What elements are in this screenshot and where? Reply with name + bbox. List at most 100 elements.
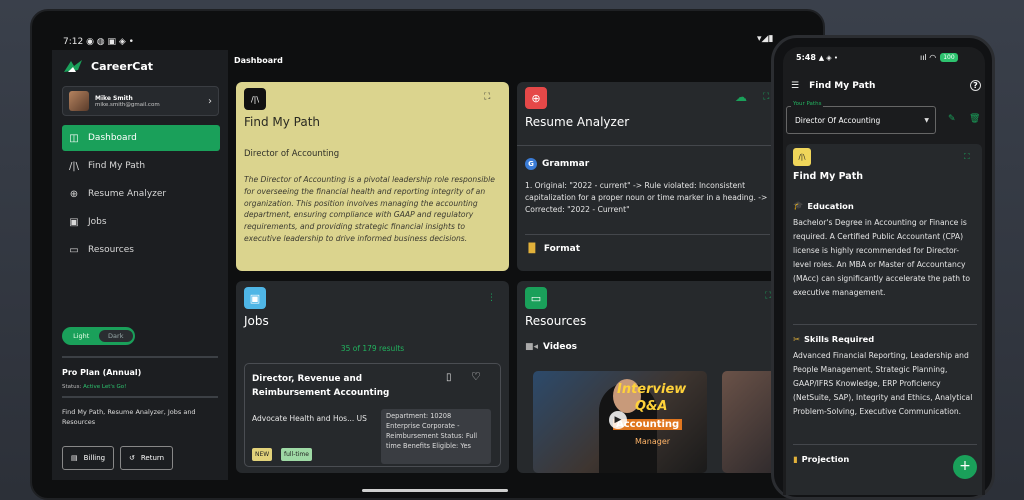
billing-label: Billing (83, 454, 106, 462)
plan-description: Find My Path, Resume Analyzer, Jobs and … (62, 408, 196, 427)
battery-icon: 100 (940, 53, 958, 62)
video-camera-icon: ■◂ (525, 342, 539, 352)
grammar-section: G Grammar (525, 158, 589, 170)
divider (62, 356, 218, 358)
job-title: Director, Revenue and Reimbursement Acco… (252, 374, 390, 399)
grammar-icon: G (525, 158, 537, 170)
paths-select[interactable]: Your Paths Director Of Accounting ▼ (786, 101, 936, 134)
return-button[interactable]: ↺ Return (120, 446, 174, 470)
results-count: 35 of 179 results (340, 344, 405, 353)
job-company: Advocate Health and Hos... US (252, 414, 367, 423)
billing-button[interactable]: ▤ Billing (62, 446, 115, 470)
card-title: Resources (525, 314, 587, 328)
path-role: Director of Accounting (244, 149, 340, 159)
sidebar: CareerCat Mike Smith mike.smith@gmail.co… (52, 50, 228, 480)
videos-label: Videos (543, 342, 578, 352)
skills-title: ✂ Skills Required (793, 334, 875, 344)
resources-card[interactable]: ▭ ⛶ Resources ■◂ Videos Interview Q&A Ac… (517, 281, 777, 473)
avatar (69, 91, 89, 111)
edit-icon[interactable]: ✎ (948, 114, 956, 124)
add-button[interactable]: + (953, 455, 977, 479)
help-icon[interactable]: ? (970, 80, 981, 91)
sidebar-nav: ◫ Dashboard /|\ Find My Path ⊕ Resume An… (62, 125, 220, 265)
plan-status-value: Active (83, 384, 101, 390)
theme-dark-option[interactable]: Dark (98, 330, 133, 342)
skills-text: Advanced Financial Reporting, Leadership… (793, 351, 973, 417)
grammar-label: Grammar (542, 159, 590, 169)
plan-title: Pro Plan (Annual) (62, 368, 142, 377)
divider (525, 234, 770, 235)
sidebar-item-dashboard[interactable]: ◫ Dashboard (62, 125, 220, 151)
theme-light-option[interactable]: Light (64, 332, 99, 340)
return-label: Return (140, 454, 165, 462)
jobs-icon: ▣ (244, 287, 266, 309)
sidebar-item-label: Resources (88, 245, 134, 255)
sidebar-item-resources[interactable]: ▭ Resources (62, 237, 220, 263)
phone-title: Find My Path (809, 80, 876, 91)
paths-select-value: Director Of Accounting (795, 116, 881, 125)
video-thumbnail[interactable] (722, 371, 777, 473)
user-account-card[interactable]: Mike Smith mike.smith@gmail.com › (62, 86, 219, 116)
heart-icon[interactable]: ♡ (471, 370, 481, 383)
sidebar-item-jobs[interactable]: ▣ Jobs (62, 209, 220, 235)
sidebar-item-label: Jobs (88, 217, 107, 227)
return-icon: ↺ (129, 454, 135, 462)
chart-icon: ▮ (793, 454, 798, 464)
tablet-home-indicator (362, 489, 508, 492)
phone-status-icons: ııl ◠ 100 (920, 53, 958, 62)
divider (793, 324, 977, 325)
paths-select-label: Your Paths (791, 101, 824, 107)
job-details: Department: 10208 Enterprise Corporate -… (381, 409, 491, 464)
find-my-path-card[interactable]: /|\ ⛶ Find My Path Director of Accountin… (236, 82, 509, 271)
careercat-logo-icon (64, 60, 82, 72)
tools-icon: ✂ (793, 334, 800, 344)
card-title: Jobs (244, 314, 269, 328)
chevron-right-icon: › (208, 95, 212, 107)
phone-screen: 5:48 ▲ ◈ • ııl ◠ 100 ☰ Find My Path ? Yo… (783, 47, 985, 495)
resume-analyzer-card[interactable]: ⊕ ☁ ⛶ Resume Analyzer G Grammar 1. Origi… (517, 82, 777, 271)
plan-status: Status: Active Let's Go! (62, 384, 127, 390)
card-title: Find My Path (244, 115, 321, 129)
menu-icon[interactable]: ☰ (791, 81, 799, 91)
expand-icon[interactable]: ⛶ (484, 92, 490, 102)
sidebar-item-find-my-path[interactable]: /|\ Find My Path (62, 153, 220, 179)
theme-toggle[interactable]: Light Dark (62, 327, 135, 345)
projection-title: ▮ Projection (793, 454, 850, 464)
divider (62, 396, 218, 398)
sidebar-item-label: Dashboard (88, 133, 137, 143)
path-icon: /|\ (244, 88, 266, 110)
resume-analyzer-icon: ⊕ (69, 188, 79, 200)
expand-icon[interactable]: ⛶ (763, 92, 769, 102)
sidebar-item-label: Resume Analyzer (88, 189, 167, 199)
caret-down-icon: ▼ (924, 117, 929, 124)
sidebar-item-resume-analyzer[interactable]: ⊕ Resume Analyzer (62, 181, 220, 207)
brand-name: CareerCat (91, 59, 154, 73)
dashboard-icon: ◫ (69, 132, 79, 144)
phone-card-title: Find My Path (793, 171, 863, 182)
format-section: ▐▌ Format (525, 244, 580, 254)
sidebar-item-label: Find My Path (88, 161, 146, 171)
billing-icon: ▤ (71, 454, 78, 462)
phone-app-bar: ☰ Find My Path ? (791, 80, 981, 91)
user-email: mike.smith@gmail.com (95, 101, 160, 108)
delete-icon[interactable]: 🗑 (969, 114, 980, 124)
job-card[interactable]: Director, Revenue and Reimbursement Acco… (244, 363, 501, 467)
cloud-download-icon[interactable]: ☁ (735, 90, 747, 104)
divider (793, 444, 977, 445)
expand-icon[interactable]: ⛶ (964, 152, 970, 162)
grammar-text: 1. Original: "2022 - current" -> Rule vi… (525, 181, 768, 214)
resources-icon: ▭ (525, 287, 547, 309)
path-icon: /|\ (793, 148, 811, 166)
tablet-status-bar: 7:12 ◉ ◍ ▣ ◈ • (63, 37, 134, 47)
play-icon[interactable]: ▶ (609, 411, 627, 429)
video-thumbnail[interactable]: Interview Q&A Accounting Manager ▶ (533, 371, 707, 473)
divider (517, 145, 777, 146)
document-icon[interactable]: ▯ (446, 372, 452, 383)
phone-path-card: /|\ ⛶ Find My Path 🎓 Education Bachelor'… (786, 144, 982, 495)
path-icon: /|\ (68, 160, 80, 172)
page-title: Dashboard (234, 56, 283, 65)
jobs-icon: ▣ (69, 216, 79, 228)
brand[interactable]: CareerCat (62, 58, 153, 74)
jobs-card[interactable]: ▣ ⋮ Jobs 35 of 179 results Director, Rev… (236, 281, 509, 473)
more-vert-icon[interactable]: ⋮ (487, 293, 496, 303)
